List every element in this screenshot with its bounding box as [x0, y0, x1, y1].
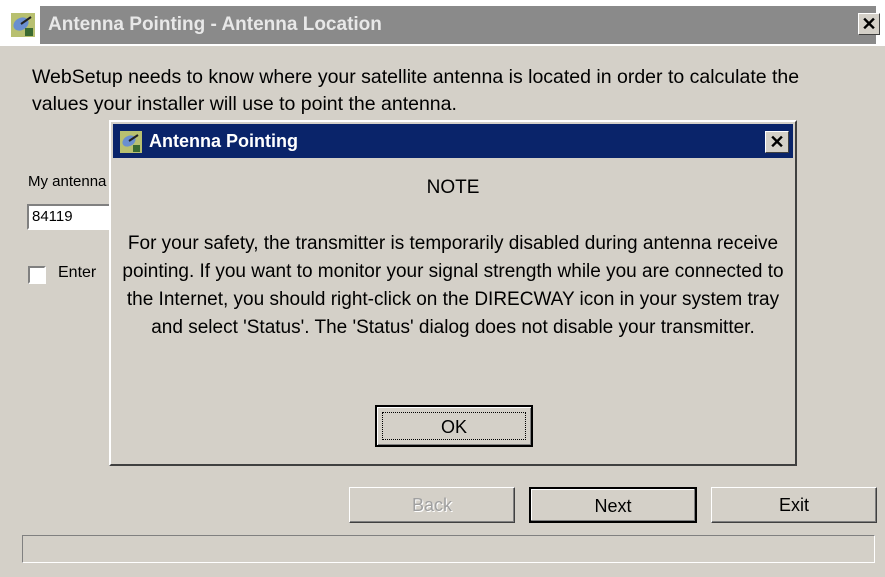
back-button[interactable]: Back: [349, 487, 515, 523]
exit-button[interactable]: Exit: [711, 487, 877, 523]
ok-button[interactable]: OK: [375, 405, 533, 447]
intro-text: WebSetup needs to know where your satell…: [32, 66, 800, 115]
window-titlebar: Antenna Pointing - Antenna Location ✕: [0, 0, 885, 46]
dialog-close-button[interactable]: ✕: [765, 131, 789, 153]
dialog-titlebar: Antenna Pointing ✕: [113, 124, 793, 158]
note-dialog: Antenna Pointing ✕ NOTE For your safety,…: [109, 120, 797, 466]
zip-code-input[interactable]: 84119: [27, 204, 112, 230]
next-button[interactable]: Next: [529, 487, 697, 523]
satellite-dish-icon: [11, 13, 35, 37]
satellite-dish-icon: [120, 131, 142, 153]
window-title: Antenna Pointing - Antenna Location: [40, 6, 876, 44]
enter-checkbox-label: Enter: [58, 264, 97, 281]
enter-checkbox[interactable]: [28, 266, 46, 284]
dialog-title: Antenna Pointing: [149, 131, 298, 151]
ok-button-label: OK: [382, 412, 526, 440]
window-close-button[interactable]: ✕: [858, 13, 880, 35]
dialog-heading: NOTE: [426, 177, 480, 198]
status-bar: [22, 535, 875, 563]
location-label: My antenna: [28, 173, 107, 190]
dialog-message: For your safety, the transmitter is temp…: [122, 233, 784, 338]
